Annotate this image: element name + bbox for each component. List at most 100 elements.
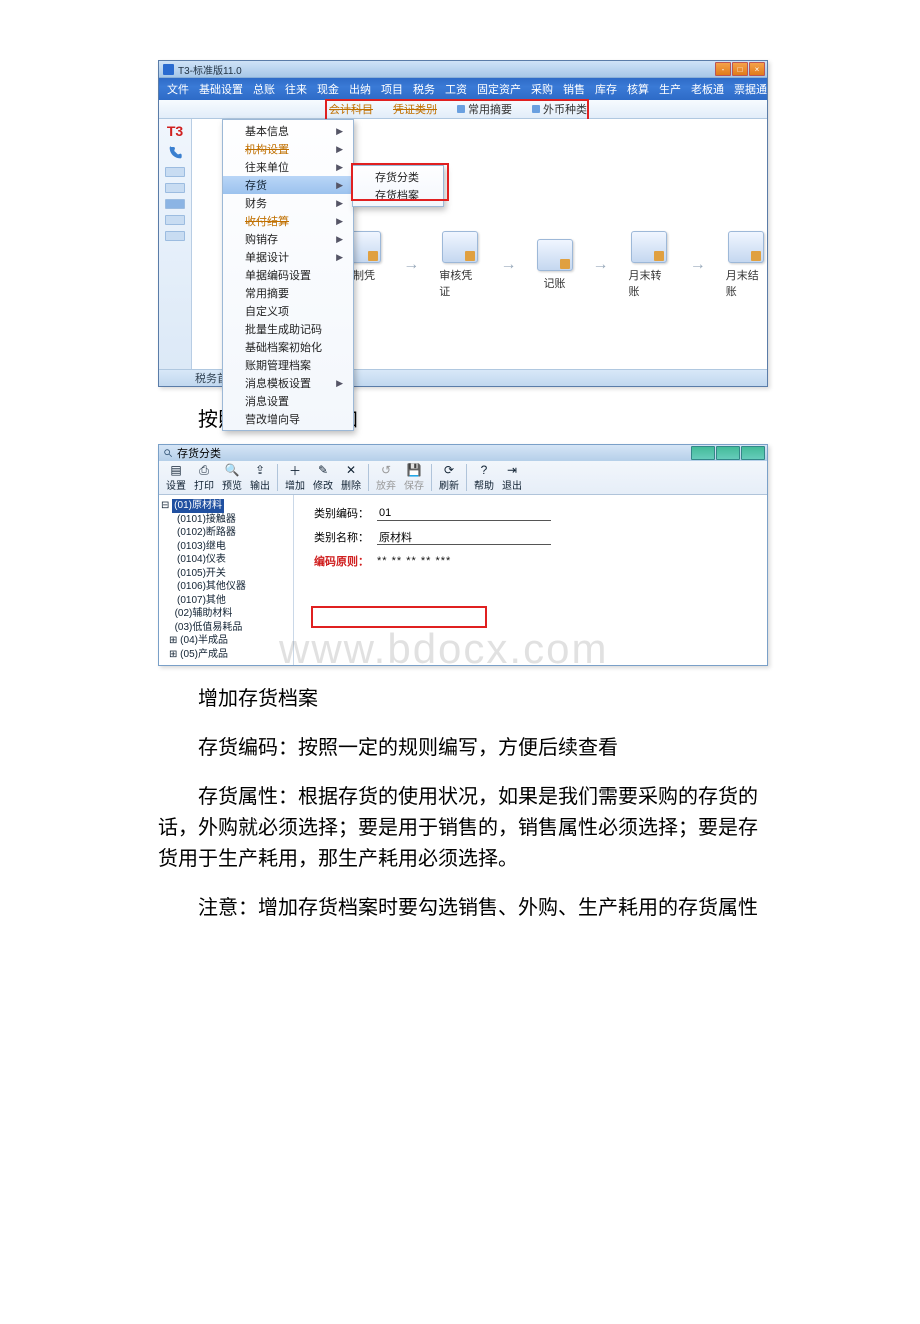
close-button[interactable]: × — [749, 62, 765, 76]
input-name[interactable] — [377, 530, 551, 545]
dd-vat[interactable]: 营改增向导 — [223, 410, 353, 428]
dd-msg[interactable]: 消息设置 — [223, 392, 353, 410]
menu-basic[interactable]: 基础设置 — [195, 80, 247, 98]
menu-salary[interactable]: 工资 — [441, 80, 471, 98]
menu-sales[interactable]: 销售 — [559, 80, 589, 98]
paragraph: 增加存货档案 — [158, 684, 758, 715]
menubar: 文件 基础设置 总账 往来 现金 出纳 项目 税务 工资 固定资产 采购 销售 … — [159, 78, 767, 100]
menu-workspace[interactable]: 工作圈 — [881, 80, 920, 98]
tree-node[interactable]: (0105)开关 — [161, 567, 291, 581]
separator — [277, 464, 278, 491]
menu-prod[interactable]: 生产 — [655, 80, 685, 98]
tb-export[interactable]: ⇪输出 — [247, 463, 273, 492]
tb-print[interactable]: ⎙打印 — [191, 463, 217, 492]
dd-settle[interactable]: 收付结算▶ — [223, 212, 353, 230]
menu-boss[interactable]: 老板通 — [687, 80, 728, 98]
tree-node[interactable]: ⊞ (05)产成品 — [161, 648, 291, 662]
menu-cash[interactable]: 现金 — [313, 80, 343, 98]
flow-step-post[interactable]: 记账 — [537, 239, 573, 291]
input-code[interactable] — [377, 506, 551, 521]
tb-exit[interactable]: ⇥退出 — [499, 463, 525, 492]
dd-msg-tpl[interactable]: 消息模板设置▶ — [223, 374, 353, 392]
sidebar-tab-selected[interactable] — [165, 199, 185, 209]
sidebar-tab[interactable] — [165, 167, 185, 177]
tb-add[interactable]: ＋增加 — [282, 463, 308, 492]
dd-batch-code[interactable]: 批量生成助记码 — [223, 320, 353, 338]
dd-summary[interactable]: 常用摘要 — [223, 284, 353, 302]
tree-node[interactable]: (0104)仪表 — [161, 553, 291, 567]
maximize-button[interactable] — [716, 446, 740, 460]
flow-step-audit[interactable]: 审核凭证 — [439, 231, 480, 299]
dd-inventory[interactable]: 存货▶ — [223, 176, 353, 194]
paragraph: 存货属性：根据存货的使用状况，如果是我们需要采购的存货的话，外购就必须选择；要是… — [158, 782, 758, 875]
sidebar-tab[interactable] — [165, 231, 185, 241]
category-tree[interactable]: ⊟ (01)原材料 (0101)接触器 (0102)断路器 (0103)继电 (… — [159, 495, 294, 665]
menu-bill[interactable]: 票据通 — [730, 80, 771, 98]
window-titlebar[interactable]: T3-标准版11.0 - □ × — [159, 61, 767, 78]
maximize-button[interactable]: □ — [732, 62, 748, 76]
menu-stock[interactable]: 库存 — [591, 80, 621, 98]
label-code: 类别编码： — [314, 505, 369, 521]
tb-cancel: ↺放弃 — [373, 463, 399, 492]
tb-refresh[interactable]: ⟳刷新 — [436, 463, 462, 492]
menu-cashier[interactable]: 出纳 — [345, 80, 375, 98]
tree-node[interactable]: (0101)接触器 — [161, 513, 291, 527]
flow-step-transfer[interactable]: 月末转账 — [629, 231, 670, 299]
dialog-title: 存货分类 — [177, 445, 221, 461]
dd-code-setting[interactable]: 单据编码设置 — [223, 266, 353, 284]
row-name: 类别名称： — [314, 529, 747, 545]
logo: T3 — [167, 123, 183, 139]
tb-delete[interactable]: ✕删除 — [338, 463, 364, 492]
dialog-titlebar[interactable]: 存货分类 — [159, 445, 767, 461]
flow-step-close[interactable]: 月末结账 — [726, 231, 767, 299]
dd-form-design[interactable]: 单据设计▶ — [223, 248, 353, 266]
tree-root[interactable]: (01)原材料 — [172, 499, 224, 513]
highlight-box-submenu — [351, 163, 449, 201]
print-icon: ⎙ — [196, 463, 212, 477]
dd-custom[interactable]: 自定义项 — [223, 302, 353, 320]
tree-node[interactable]: (03)低值易耗品 — [161, 621, 291, 635]
save-icon: 💾 — [406, 463, 422, 477]
dd-basic-info[interactable]: 基本信息▶ — [223, 122, 353, 140]
menu-cost[interactable]: 核算 — [623, 80, 653, 98]
tb-edit[interactable]: ✎修改 — [310, 463, 336, 492]
dd-org[interactable]: 机构设置▶ — [223, 140, 353, 158]
tree-node[interactable]: (02)辅助材料 — [161, 607, 291, 621]
menu-gl[interactable]: 总账 — [249, 80, 279, 98]
tb-preview[interactable]: 🔍预览 — [219, 463, 245, 492]
paragraph: 注意：增加存货档案时要勾选销售、外购、生产耗用的存货属性 — [158, 893, 758, 924]
dd-finance[interactable]: 财务▶ — [223, 194, 353, 212]
tb-help[interactable]: ?帮助 — [471, 463, 497, 492]
menu-learn[interactable]: 学习中心 — [773, 80, 825, 98]
menu-service[interactable]: 产品服务 — [827, 80, 879, 98]
minimize-button[interactable] — [691, 446, 715, 460]
dd-init[interactable]: 基础档案初始化 — [223, 338, 353, 356]
post-icon — [537, 239, 573, 271]
sidebar-tab[interactable] — [165, 215, 185, 225]
tree-node[interactable]: (0102)断路器 — [161, 526, 291, 540]
row-code: 类别编码： — [314, 505, 747, 521]
menu-purchase[interactable]: 采购 — [527, 80, 557, 98]
menu-ar[interactable]: 往来 — [281, 80, 311, 98]
dd-partner[interactable]: 往来单位▶ — [223, 158, 353, 176]
menu-project[interactable]: 项目 — [377, 80, 407, 98]
tree-node[interactable]: (0103)继电 — [161, 540, 291, 554]
add-icon: ＋ — [287, 463, 303, 477]
tree-node[interactable]: (0106)其他仪器 — [161, 580, 291, 594]
separator — [431, 464, 432, 491]
tb-settings[interactable]: ▤设置 — [163, 463, 189, 492]
dd-period[interactable]: 账期管理档案 — [223, 356, 353, 374]
window-controls: - □ × — [715, 62, 765, 76]
paragraph: 存货编码：按照一定的规则编写，方便后续查看 — [158, 733, 758, 764]
dd-trade[interactable]: 购销存▶ — [223, 230, 353, 248]
minimize-button[interactable]: - — [715, 62, 731, 76]
close-button[interactable] — [741, 446, 765, 460]
tree-node[interactable]: ⊞ (04)半成品 — [161, 634, 291, 648]
menu-fa[interactable]: 固定资产 — [473, 80, 525, 98]
toolbar: ▤设置 ⎙打印 🔍预览 ⇪输出 ＋增加 ✎修改 ✕删除 ↺放弃 💾保存 ⟳刷新 … — [159, 461, 767, 495]
phone-icon — [167, 145, 183, 161]
menu-file[interactable]: 文件 — [163, 80, 193, 98]
menu-tax[interactable]: 税务 — [409, 80, 439, 98]
sidebar-tab[interactable] — [165, 183, 185, 193]
tree-node[interactable]: (0107)其他 — [161, 594, 291, 608]
